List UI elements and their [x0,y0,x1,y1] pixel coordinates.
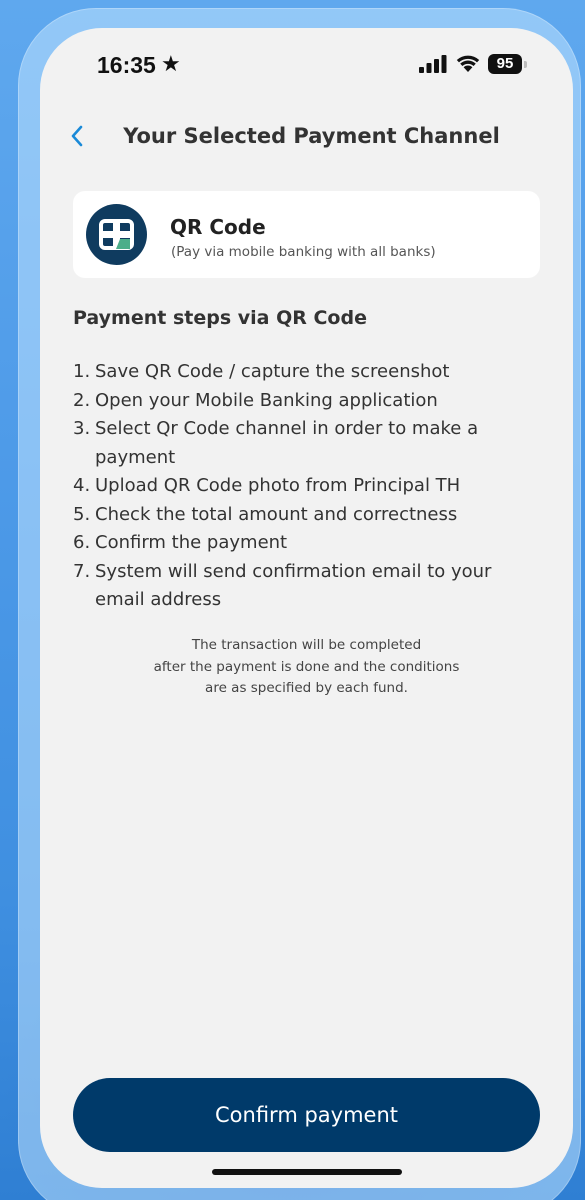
step-item: 1. Save QR Code / capture the screenshot [73,358,533,387]
wifi-icon [456,55,480,72]
step-item: 6. Confirm the payment [73,529,533,558]
chevron-left-icon [71,125,83,147]
note-line: are as specified by each fund. [205,680,408,696]
page-title: Your Selected Payment Channel [123,124,500,148]
step-text: System will send confirmation email to y… [95,560,492,611]
step-item: 5. Check the total amount and correctnes… [73,501,533,530]
status-bar: 16:35 ★ 95 [40,28,573,108]
step-text: Upload QR Code photo from Principal TH [95,475,461,496]
note-line: after the payment is done and the condit… [153,658,460,675]
battery-icon: 95 [488,54,528,74]
star-icon: ★ [161,52,181,77]
step-number: 6. [73,532,91,553]
step-item: 4. Upload QR Code photo from Principal T… [73,472,533,501]
signal-icon [419,55,447,73]
step-number: 2. [73,389,91,411]
channel-name: QR Code [170,215,266,239]
step-item: 3. Select Qr Code channel in order to ma… [73,415,533,472]
payment-channel-card: QR Code (Pay via mobile banking with all… [73,191,540,278]
step-item: 2. Open your Mobile Banking application [73,387,533,416]
qr-logo-icon [86,204,147,265]
confirm-payment-button[interactable]: Confirm payment [73,1078,540,1152]
step-text: Confirm the payment [95,532,288,553]
back-button[interactable] [62,120,92,152]
steps-heading: Payment steps via QR Code [73,307,367,329]
home-indicator [212,1169,402,1175]
status-time: 16:35 [97,52,156,78]
step-number: 1. [73,361,91,382]
step-text: Select Qr Code channel in order to make … [95,418,479,468]
step-number: 4. [73,475,91,496]
step-number: 3. [73,418,91,439]
step-item: 7. System will send confirmation email t… [73,558,533,615]
completion-note: The transaction will be completed after … [73,635,540,700]
step-text: Save QR Code / capture the screenshot [95,361,450,382]
step-number: 5. [73,503,91,525]
battery-tip [524,61,527,68]
step-number: 7. [73,560,91,582]
battery-level: 95 [488,54,522,74]
channel-description: (Pay via mobile banking with all banks) [171,244,436,260]
step-text: Open your Mobile Banking application [95,389,438,411]
steps-list: 1. Save QR Code / capture the screenshot… [73,358,533,615]
note-line: The transaction will be completed [191,637,422,653]
step-text: Check the total amount and correctness [95,503,458,525]
app-screen: 16:35 ★ 95 Your Selected Payment Channel [40,28,573,1188]
